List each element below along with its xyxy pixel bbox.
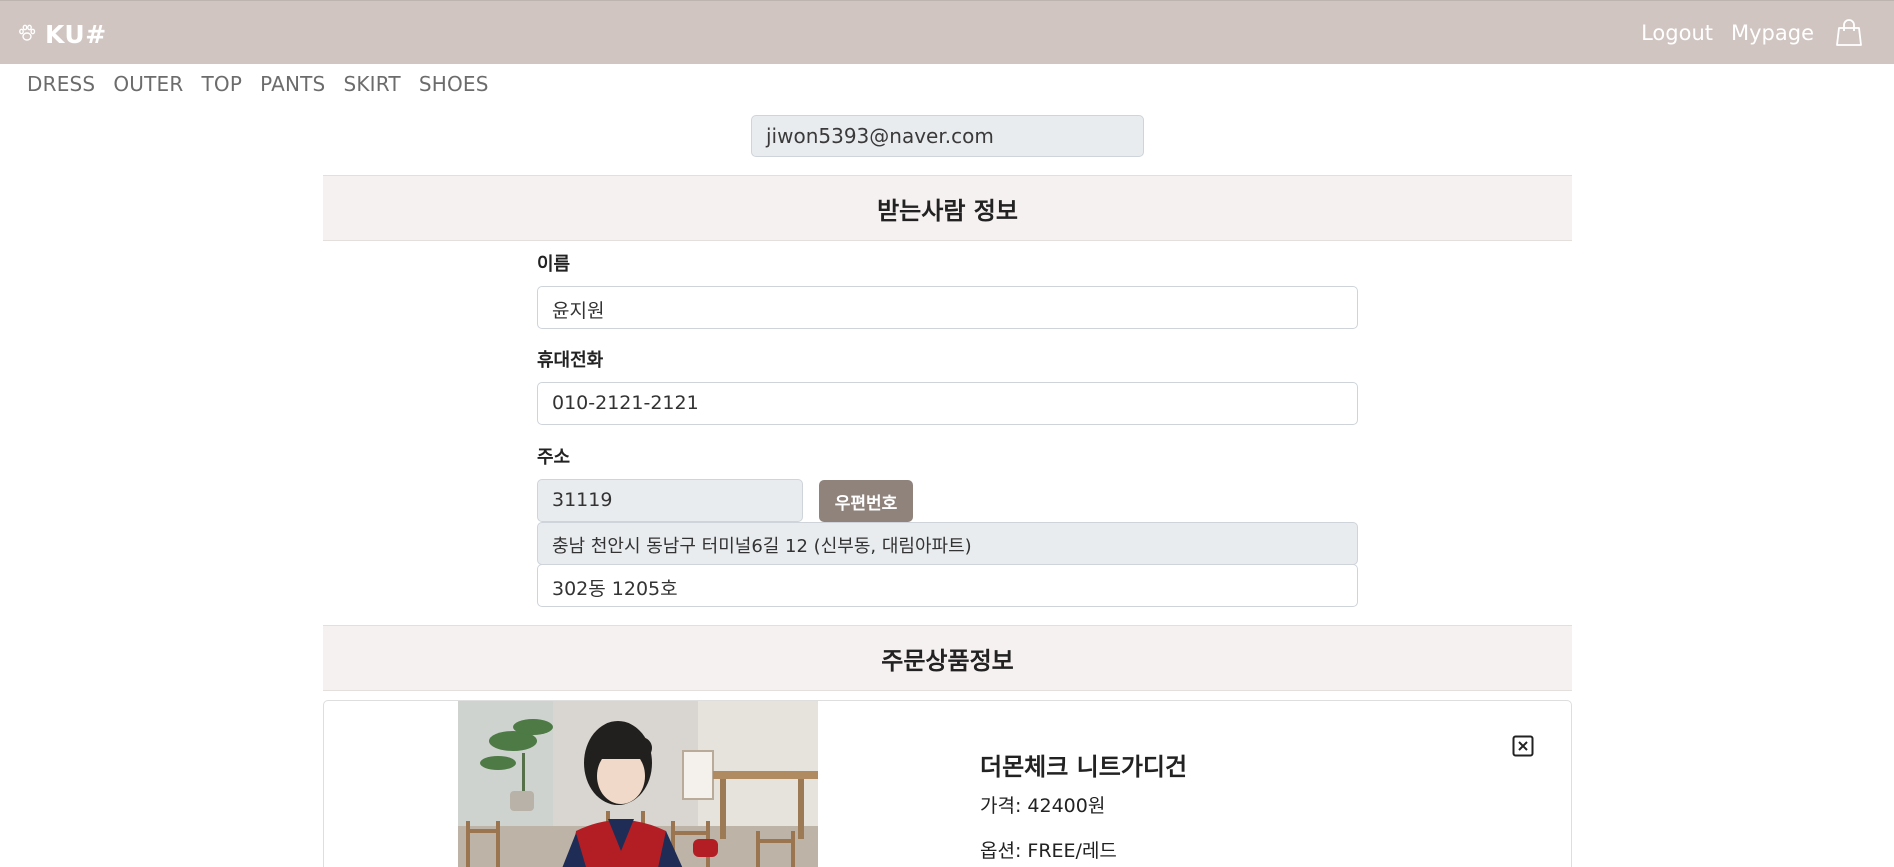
zipcode-field[interactable]: 31119	[537, 479, 803, 522]
product-option: 옵션: FREE/레드	[980, 840, 1117, 862]
mypage-link[interactable]: Mypage	[1731, 21, 1814, 45]
name-label: 이름	[537, 254, 571, 275]
category-skirt[interactable]: SKIRT	[343, 72, 400, 100]
phone-field[interactable]: 010-2121-2121	[537, 382, 1358, 425]
product-name: 더몬체크 니트가디건	[980, 753, 1188, 781]
brand-logo[interactable]: KU#	[17, 20, 107, 49]
phone-label: 휴대전화	[537, 350, 604, 371]
product-price: 가격: 42400원	[980, 795, 1106, 817]
category-top[interactable]: TOP	[201, 72, 242, 100]
order-item-card: 더몬체크 니트가디건 가격: 42400원 옵션: FREE/레드	[323, 700, 1572, 867]
close-icon[interactable]	[1512, 735, 1534, 757]
top-navbar: KU# Logout Mypage	[0, 0, 1894, 64]
product-image	[458, 701, 818, 867]
shopping-bag-icon[interactable]	[1834, 18, 1864, 48]
order-items-section-title: 주문상품정보	[323, 625, 1572, 691]
recipient-section-title: 받는사람 정보	[323, 175, 1572, 241]
name-field[interactable]: 윤지원	[537, 286, 1358, 329]
email-field[interactable]: jiwon5393@naver.com	[751, 115, 1144, 157]
paw-icon	[17, 23, 37, 47]
category-shoes[interactable]: SHOES	[419, 72, 489, 100]
address-label: 주소	[537, 447, 571, 468]
category-nav: DRESS OUTER TOP PANTS SKIRT SHOES	[18, 72, 498, 100]
zipcode-search-button[interactable]: 우편번호	[819, 480, 913, 522]
category-dress[interactable]: DRESS	[27, 72, 95, 100]
top-links: Logout Mypage	[1641, 1, 1894, 65]
address-detail-field[interactable]: 302동 1205호	[537, 564, 1358, 607]
address-field[interactable]: 충남 천안시 동남구 터미널6길 12 (신부동, 대림아파트)	[537, 522, 1358, 565]
category-pants[interactable]: PANTS	[260, 72, 325, 100]
brand-name[interactable]: KU#	[45, 20, 107, 49]
category-outer[interactable]: OUTER	[113, 72, 183, 100]
logout-link[interactable]: Logout	[1641, 21, 1713, 45]
